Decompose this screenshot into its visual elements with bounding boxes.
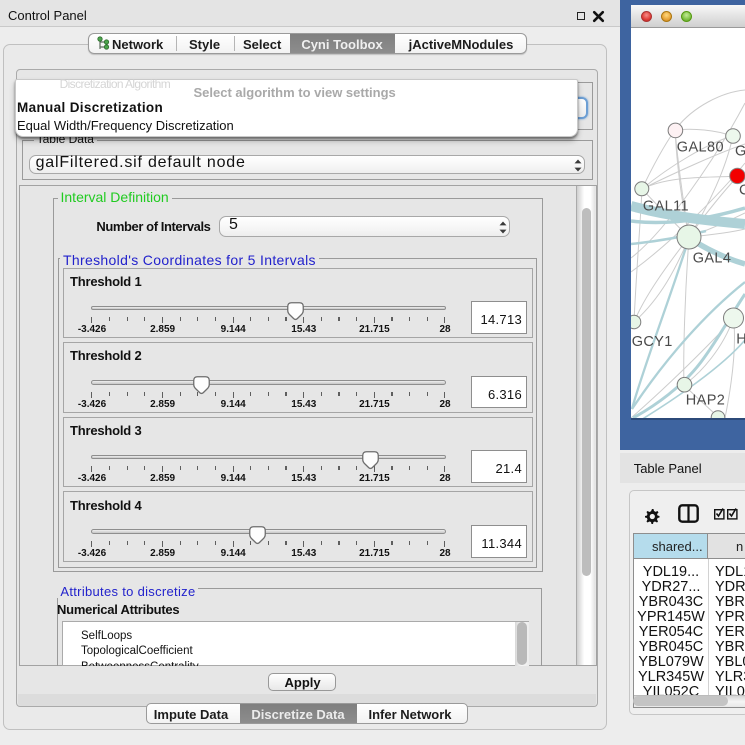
svg-text:HAP2: HAP2 [686, 393, 725, 409]
svg-text:GAL80: GAL80 [677, 139, 724, 155]
svg-text:C: C [739, 183, 745, 199]
svg-text:GCY1: GCY1 [632, 334, 673, 350]
svg-text:GAL11: GAL11 [643, 198, 689, 214]
svg-text:G.: G. [735, 143, 745, 159]
svg-text:H: H [736, 332, 745, 348]
svg-text:GAL4: GAL4 [693, 251, 732, 267]
